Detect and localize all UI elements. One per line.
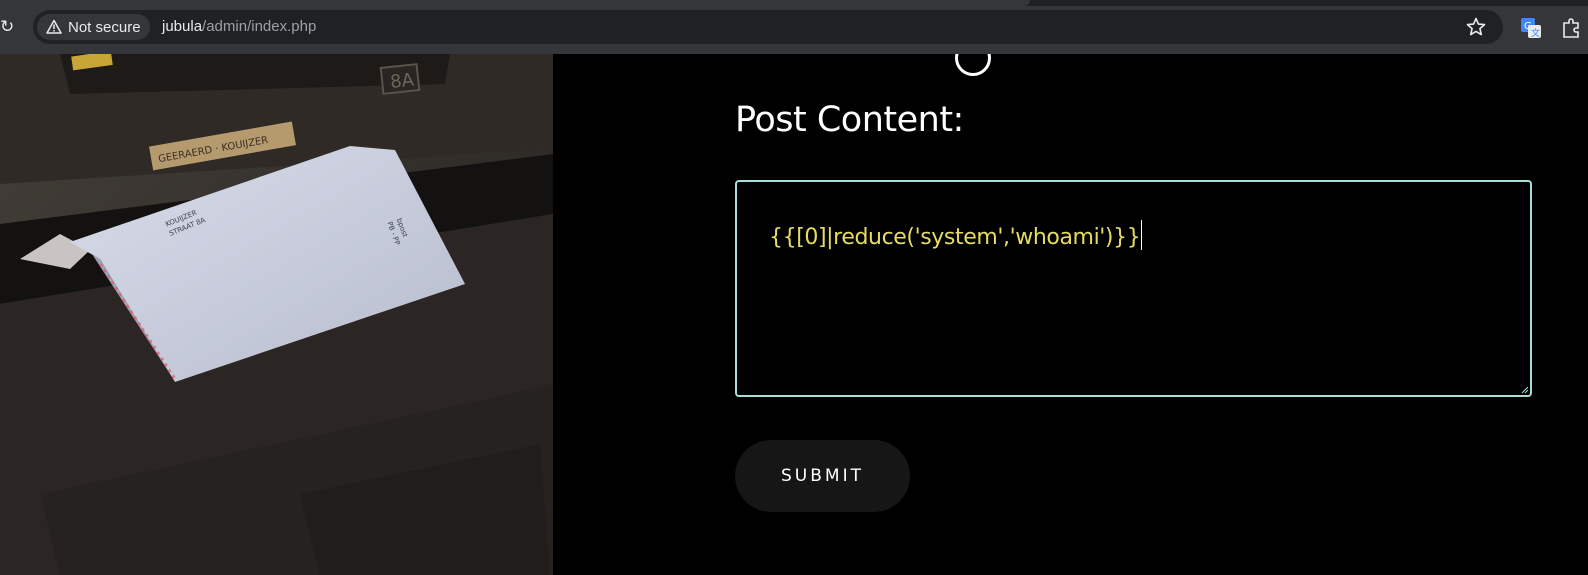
url-host: jubula	[162, 18, 203, 35]
security-label: Not secure	[68, 18, 141, 36]
post-content-textarea[interactable]: {{[0]|reduce('system','whoami')}}	[735, 180, 1532, 397]
tab-strip	[0, 0, 1588, 6]
svg-text:文: 文	[1531, 27, 1540, 39]
resize-grip-icon[interactable]	[1521, 386, 1529, 394]
submit-button[interactable]: SUBMIT	[735, 440, 910, 512]
warning-icon	[46, 19, 62, 34]
url-path: /admin/index.php	[202, 18, 317, 35]
active-tab-edge	[0, 0, 1030, 6]
extension-icon[interactable]	[1560, 17, 1582, 39]
translate-icon[interactable]: G 文	[1520, 17, 1542, 39]
security-chip[interactable]: Not secure	[37, 14, 150, 40]
star-icon[interactable]	[1465, 16, 1487, 38]
browser-toolbar: ↻ Not secure jubula/admin/index.php G 文	[0, 0, 1588, 54]
mailbox-illustration: 8A GEERAERD · KOUIJZER KOUIJZER STRAAT 8…	[0, 54, 553, 575]
reload-icon[interactable]: ↻	[0, 17, 14, 37]
url-text[interactable]: jubula/admin/index.php	[162, 18, 316, 36]
post-content-value[interactable]: {{[0]|reduce('system','whoami')}}	[769, 220, 1143, 250]
box-number: 8A	[389, 70, 416, 93]
post-content-label: Post Content:	[735, 100, 964, 140]
address-bar[interactable]: Not secure jubula/admin/index.php	[33, 10, 1503, 44]
post-content-text: {{[0]|reduce('system','whoami')}}	[769, 225, 1141, 250]
text-caret	[1141, 220, 1143, 250]
hero-photo: 8A GEERAERD · KOUIJZER KOUIJZER STRAAT 8…	[0, 54, 553, 575]
